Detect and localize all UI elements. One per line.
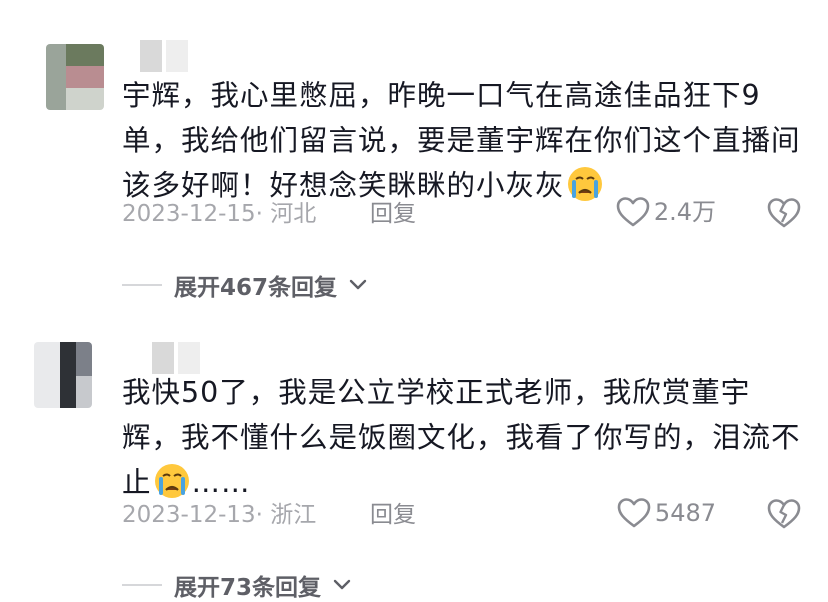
reply-button[interactable]: 回复 xyxy=(370,197,416,231)
like-count: 5487 xyxy=(654,499,716,527)
like-button[interactable]: 5487 xyxy=(617,496,716,530)
date-location: 2023-12-13· 浙江 xyxy=(122,502,317,528)
comment-meta: 2023-12-13· 浙江 回复 5487 xyxy=(122,498,802,532)
divider-line xyxy=(122,584,162,586)
expand-replies-button[interactable]: 展开73条回复 xyxy=(122,568,351,602)
expand-replies-label: 展开467条回复 xyxy=(174,275,338,301)
broken-heart-icon[interactable] xyxy=(766,496,802,532)
crying-face-emoji xyxy=(154,464,189,498)
comment-text: 宇辉，我心里憋屈，昨晚一口气在高途佳品狂下9单，我给他们留言说，要是董宇辉在你们… xyxy=(122,73,802,208)
username-blurred[interactable] xyxy=(140,40,188,72)
comment-meta: 2023-12-15· 河北 回复 2.4万 xyxy=(122,197,802,231)
reply-button[interactable]: 回复 xyxy=(370,498,416,532)
heart-outline-icon xyxy=(616,197,650,227)
divider-line xyxy=(122,284,162,286)
chevron-down-icon xyxy=(349,279,367,290)
heart-outline-icon xyxy=(617,498,651,528)
like-button[interactable]: 2.4万 xyxy=(616,195,716,229)
expand-replies-button[interactable]: 展开467条回复 xyxy=(122,268,367,302)
expand-replies-label: 展开73条回复 xyxy=(174,575,322,601)
broken-heart-icon[interactable] xyxy=(766,195,802,231)
avatar[interactable] xyxy=(46,44,104,110)
comment-text: 我快50了，我是公立学校正式老师，我欣赏董宇辉，我不懂什么是饭圈文化，我看了你写… xyxy=(122,370,802,505)
like-count: 2.4万 xyxy=(653,198,716,226)
comment-text-body: 宇辉，我心里憋屈，昨晚一口气在高途佳品狂下9单，我给他们留言说，要是董宇辉在你们… xyxy=(122,79,801,202)
comment-text-suffix: …… xyxy=(191,466,251,499)
avatar[interactable] xyxy=(34,342,92,408)
chevron-down-icon xyxy=(333,579,351,590)
date-location: 2023-12-15· 河北 xyxy=(122,201,317,227)
